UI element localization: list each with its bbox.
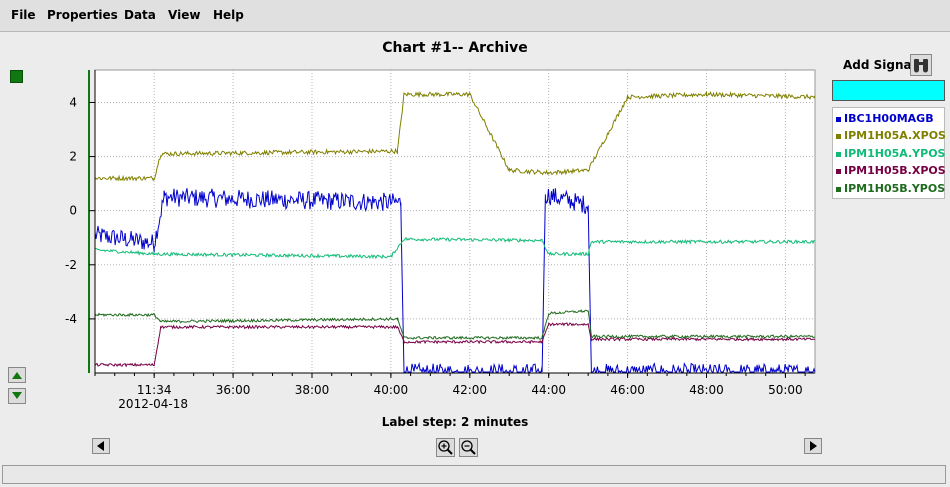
x-tick-label: 46:00 bbox=[610, 383, 645, 397]
legend-swatch bbox=[836, 116, 841, 122]
menu-bar: File Properties Data View Help bbox=[0, 0, 950, 32]
menu-file[interactable]: File bbox=[11, 8, 36, 22]
y-axis-ticks: 4 2 0 -2 -4 bbox=[65, 95, 95, 326]
find-signal-button[interactable] bbox=[910, 54, 932, 76]
zoom-out-button[interactable] bbox=[459, 438, 478, 457]
legend-label: IPM1H05B.XPOS bbox=[844, 164, 946, 177]
scroll-left-button[interactable] bbox=[92, 438, 110, 454]
scroll-right-button[interactable] bbox=[804, 438, 822, 454]
y-tick-label: -4 bbox=[65, 312, 77, 326]
legend-item[interactable]: IPM1H05A.XPOS bbox=[836, 129, 946, 142]
triangle-up-icon bbox=[12, 372, 22, 379]
legend-label: IBC1H00MAGB bbox=[844, 112, 934, 125]
x-tick-label: 50:00 bbox=[768, 383, 803, 397]
scroll-down-button[interactable] bbox=[8, 388, 26, 404]
x-tick-label: 11:34 bbox=[137, 383, 172, 397]
legend-swatch bbox=[836, 186, 841, 192]
x-axis-ticks: 11:34 36:00 38:00 40:00 42:00 44:00 46:00 48:00… bbox=[94, 373, 806, 397]
scroll-up-button[interactable] bbox=[8, 367, 26, 383]
x-tick-label: 48:00 bbox=[689, 383, 724, 397]
zoom-in-icon bbox=[438, 440, 453, 455]
zoom-in-button[interactable] bbox=[436, 438, 455, 457]
x-axis-date-label: 2012-04-18 bbox=[118, 397, 188, 411]
x-tick-label: 42:00 bbox=[452, 383, 487, 397]
menu-data[interactable]: Data bbox=[124, 8, 156, 22]
add-signal-label: Add Signal bbox=[843, 58, 916, 72]
x-tick-label: 44:00 bbox=[531, 383, 566, 397]
triangle-left-icon bbox=[97, 441, 104, 451]
add-signal-input[interactable] bbox=[832, 80, 945, 101]
legend-label: IPM1H05A.YPOS bbox=[844, 147, 946, 160]
y-tick-label: -2 bbox=[65, 258, 77, 272]
binoculars-icon bbox=[914, 59, 928, 73]
legend-item[interactable]: IBC1H00MAGB bbox=[836, 112, 934, 125]
triangle-right-icon bbox=[810, 441, 817, 451]
chart-title: Chart #1-- Archive bbox=[382, 40, 528, 56]
legend-label: IPM1H05A.XPOS bbox=[844, 129, 946, 142]
legend-swatch bbox=[836, 151, 841, 157]
zoom-out-icon bbox=[461, 440, 476, 455]
y-tick-label: 2 bbox=[69, 150, 77, 164]
legend-swatch bbox=[836, 168, 841, 174]
x-tick-label: 36:00 bbox=[216, 383, 251, 397]
legend-item[interactable]: IPM1H05A.YPOS bbox=[836, 147, 945, 160]
chart[interactable]: 11:34 36:00 38:00 40:00 42:00 44:00 46:00 48:00… bbox=[0, 60, 830, 415]
menu-view[interactable]: View bbox=[168, 8, 200, 22]
x-tick-label: 40:00 bbox=[374, 383, 409, 397]
y-tick-label: 0 bbox=[69, 204, 77, 218]
menu-help[interactable]: Help bbox=[213, 8, 244, 22]
legend-item[interactable]: IPM1H05B.YPOS bbox=[836, 182, 945, 195]
y-tick-label: 4 bbox=[69, 95, 77, 109]
legend: IBC1H00MAGB IPM1H05A.XPOS IPM1H05A.YPOS … bbox=[832, 107, 946, 199]
x-tick-label: 38:00 bbox=[295, 383, 330, 397]
legend-label: IPM1H05B.YPOS bbox=[844, 182, 946, 195]
legend-swatch bbox=[836, 133, 841, 139]
status-bar bbox=[2, 465, 946, 484]
menu-properties[interactable]: Properties bbox=[47, 8, 118, 22]
legend-item[interactable]: IPM1H05B.XPOS bbox=[836, 164, 946, 177]
label-step-text: Label step: 2 minutes bbox=[381, 415, 529, 429]
triangle-down-icon bbox=[12, 392, 22, 399]
